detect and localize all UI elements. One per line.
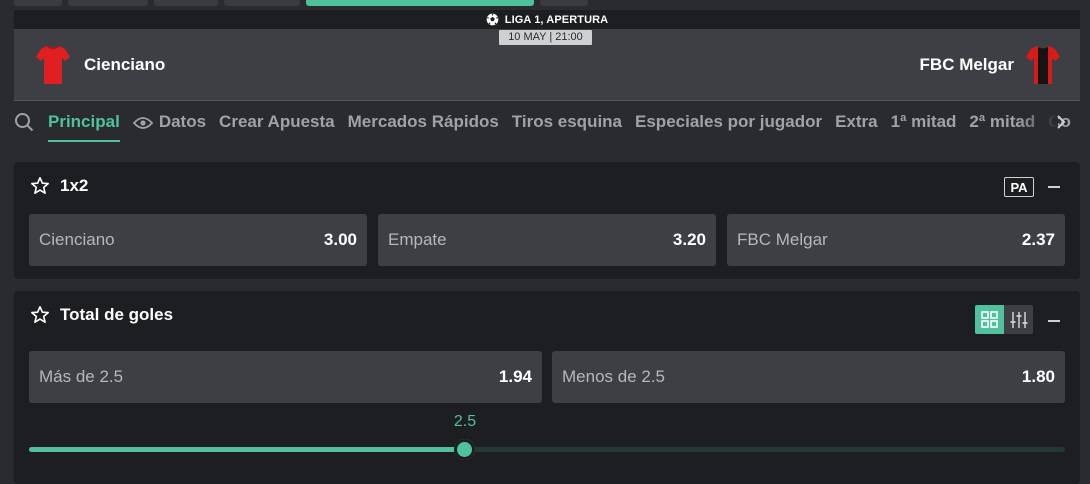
top-tab-stub-active[interactable] <box>306 0 534 6</box>
top-tab-stub[interactable] <box>154 0 218 6</box>
tab-principal[interactable]: Principal <box>48 102 120 142</box>
view-toggle <box>975 305 1033 334</box>
odd-button-over[interactable]: Más de 2.5 1.94 <box>29 351 542 403</box>
odd-label: Menos de 2.5 <box>562 367 666 386</box>
odd-button-away[interactable]: FBC Melgar 2.37 <box>727 214 1065 266</box>
search-icon[interactable] <box>14 112 34 132</box>
odd-label: FBC Melgar <box>737 230 828 249</box>
star-icon[interactable] <box>30 176 50 196</box>
goal-line-slider[interactable] <box>29 439 1065 460</box>
odd-label: Más de 2.5 <box>39 367 124 386</box>
odds-row: Más de 2.5 1.94 Menos de 2.5 1.80 <box>29 351 1065 403</box>
tab-mercados-rapidos[interactable]: Mercados Rápidos <box>348 102 499 142</box>
league-name: LIGA 1, APERTURA <box>504 13 609 26</box>
tab-datos-label: Datos <box>158 112 207 131</box>
home-team-name: Cienciano <box>84 55 166 74</box>
match-date: 10 MAY | 21:00 <box>499 30 592 45</box>
eye-icon <box>132 116 153 129</box>
collapse-icon[interactable] <box>1048 320 1060 322</box>
odd-label: Cienciano <box>39 230 115 249</box>
home-team: Cienciano <box>36 44 165 86</box>
slider-handle[interactable] <box>454 439 475 460</box>
odd-price: 3.20 <box>672 230 706 249</box>
league-bar: LIGA 1, APERTURA <box>14 10 1080 29</box>
tab-primera-mitad[interactable]: 1ª mitad <box>891 102 957 142</box>
top-tab-stub[interactable] <box>540 0 588 6</box>
market-1x2: 1x2 PA Cienciano 3.00 Empate 3.20 FBC Me… <box>14 162 1080 279</box>
match-header: LIGA 1, APERTURA 10 MAY | 21:00 Ciencian… <box>14 10 1080 100</box>
top-tab-stub[interactable] <box>68 0 148 6</box>
tab-especiales-jugador[interactable]: Especiales por jugador <box>635 102 822 142</box>
odd-label: Empate <box>388 230 447 249</box>
market-tabs: Principal Datos Crear Apuesta Mercados R… <box>14 102 1076 142</box>
tabs-fade <box>1018 102 1058 142</box>
top-tab-stub[interactable] <box>14 0 62 6</box>
tab-crear-apuesta[interactable]: Crear Apuesta <box>219 102 335 142</box>
away-jersey-icon <box>1026 46 1060 84</box>
odd-price: 1.94 <box>498 367 532 386</box>
soccer-ball-icon <box>486 13 499 26</box>
odd-price: 3.00 <box>323 230 357 249</box>
slider-fill <box>29 447 464 452</box>
market-title: Total de goles <box>60 305 174 324</box>
market-header: 1x2 <box>30 176 88 196</box>
filter-sliders-icon[interactable] <box>1004 305 1033 334</box>
pa-badge[interactable]: PA <box>1004 177 1034 197</box>
home-jersey-icon <box>36 45 70 84</box>
collapse-icon[interactable] <box>1048 186 1060 188</box>
star-icon[interactable] <box>30 305 50 325</box>
chevron-right-icon[interactable] <box>1054 113 1068 131</box>
away-team: FBC Melgar <box>920 44 1060 86</box>
market-header: Total de goles <box>30 305 173 325</box>
market-title: 1x2 <box>60 176 89 195</box>
header-divider <box>14 100 1080 101</box>
top-tab-strip <box>0 0 1090 6</box>
grid-view-icon[interactable] <box>975 305 1004 334</box>
slider-value: 2.5 <box>453 413 477 430</box>
odd-price: 1.80 <box>1021 367 1055 386</box>
tab-extra[interactable]: Extra <box>835 102 878 142</box>
odd-button-under[interactable]: Menos de 2.5 1.80 <box>552 351 1065 403</box>
odd-price: 2.37 <box>1021 230 1055 249</box>
market-total-goals: Total de goles Más de 2.5 1.94 Menos de … <box>14 291 1080 484</box>
away-team-name: FBC Melgar <box>919 55 1014 74</box>
tab-datos[interactable]: Datos <box>132 102 207 142</box>
top-tab-stub[interactable] <box>224 0 300 6</box>
odd-button-home[interactable]: Cienciano 3.00 <box>29 214 367 266</box>
odds-row: Cienciano 3.00 Empate 3.20 FBC Melgar 2.… <box>29 214 1065 266</box>
odd-button-draw[interactable]: Empate 3.20 <box>378 214 716 266</box>
tab-tiros-esquina[interactable]: Tiros esquina <box>512 102 622 142</box>
